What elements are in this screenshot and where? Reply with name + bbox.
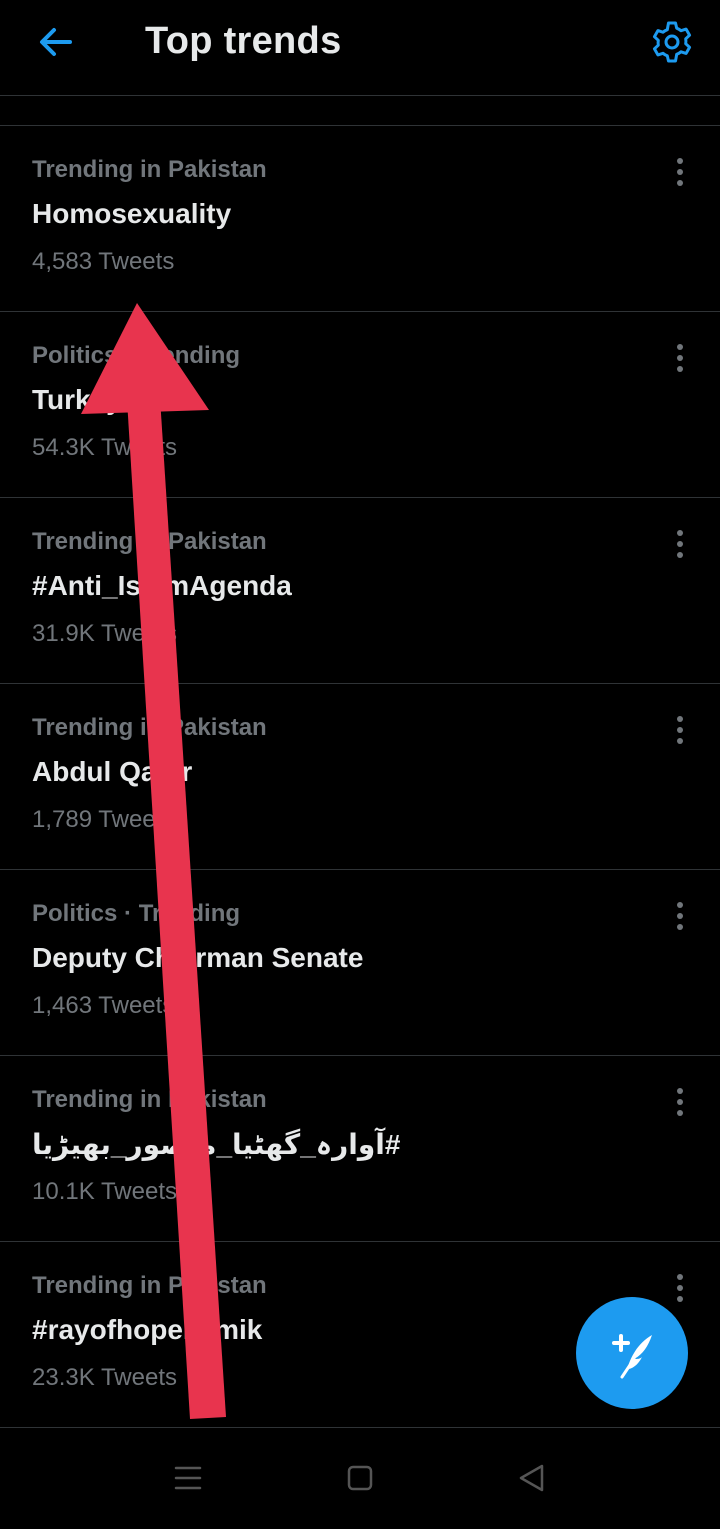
more-vertical-icon xyxy=(677,344,683,372)
trend-tweet-count: 4,583 Tweets xyxy=(32,248,175,275)
more-vertical-icon xyxy=(677,530,683,558)
trend-tweet-count: 54.3K Tweets xyxy=(32,434,177,461)
trends-list: Trending in Pakistan Homosexuality 4,583… xyxy=(0,126,720,1428)
trend-tweet-count: 1,463 Tweets xyxy=(32,992,175,1019)
trend-context: Trending in Pakistan xyxy=(32,1086,267,1113)
menu-icon xyxy=(174,1466,202,1490)
trend-tweet-count: 31.9K Tweets xyxy=(32,620,177,647)
trend-context: Trending in Pakistan xyxy=(32,156,267,183)
trend-name: Deputy Chairman Senate xyxy=(32,942,364,973)
trend-tweet-count: 23.3K Tweets xyxy=(32,1364,177,1391)
trend-item[interactable]: Trending in Pakistan Homosexuality 4,583… xyxy=(0,126,720,312)
more-options-button[interactable] xyxy=(664,342,696,374)
more-options-button[interactable] xyxy=(664,528,696,560)
more-vertical-icon xyxy=(677,716,683,744)
trend-context: Politics · Trending xyxy=(32,342,241,369)
trend-item[interactable]: Trending in Pakistan #Anti_IslamAgenda 3… xyxy=(0,498,720,684)
recent-apps-button[interactable] xyxy=(168,1458,208,1498)
trend-name: Homosexuality xyxy=(32,198,232,229)
system-back-button[interactable] xyxy=(512,1458,552,1498)
settings-button[interactable] xyxy=(648,18,696,66)
more-options-button[interactable] xyxy=(664,1086,696,1118)
more-options-button[interactable] xyxy=(664,900,696,932)
trend-name: #آوارہ_گھٹیا_منصور_بھیڑیا xyxy=(32,1129,401,1160)
gear-icon xyxy=(652,21,692,63)
trend-name: Turkey xyxy=(32,384,122,415)
top-bar: Top trends xyxy=(0,0,720,96)
back-triangle-icon xyxy=(519,1464,544,1492)
compose-tweet-icon xyxy=(612,1334,652,1379)
trend-item[interactable]: Politics · Trending Deputy Chairman Sena… xyxy=(0,870,720,1056)
trend-tweet-count: 1,789 Tweets xyxy=(32,806,175,833)
trend-context: Trending in Pakistan xyxy=(32,714,267,741)
trend-name: Abdul Qadir xyxy=(32,756,193,787)
trend-item[interactable]: Politics · Trending Turkey 54.3K Tweets xyxy=(0,312,720,498)
arrow-left-icon xyxy=(40,28,72,56)
home-button[interactable] xyxy=(340,1458,380,1498)
home-square-icon xyxy=(347,1465,373,1491)
trend-item[interactable]: Trending in Pakistan #آوارہ_گھٹیا_منصور_… xyxy=(0,1056,720,1242)
more-vertical-icon xyxy=(677,902,683,930)
trend-tweet-count: 10.1K Tweets xyxy=(32,1178,177,1205)
trend-item[interactable]: Trending in Pakistan Abdul Qadir 1,789 T… xyxy=(0,684,720,870)
more-vertical-icon xyxy=(677,158,683,186)
compose-tweet-button[interactable] xyxy=(576,1297,688,1409)
trend-name: #rayofhopekamik xyxy=(32,1314,263,1345)
system-navigation-bar xyxy=(0,1430,720,1529)
page-title: Top trends xyxy=(145,20,342,62)
trend-context: Trending in Pakistan xyxy=(32,1272,267,1299)
divider-strip xyxy=(0,96,720,126)
back-button[interactable] xyxy=(34,20,78,64)
trend-context: Trending in Pakistan xyxy=(32,528,267,555)
trend-name: #Anti_IslamAgenda xyxy=(32,570,292,601)
trend-context: Politics · Trending xyxy=(32,900,241,927)
more-options-button[interactable] xyxy=(664,156,696,188)
more-options-button[interactable] xyxy=(664,714,696,746)
more-vertical-icon xyxy=(677,1088,683,1116)
